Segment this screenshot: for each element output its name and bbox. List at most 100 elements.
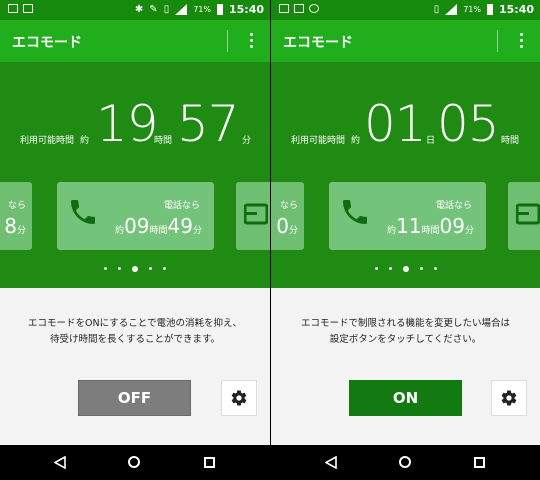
hours-value: 05 [437,95,500,153]
app-bar: エコモード [271,20,540,62]
status-icons: ▯ 71% 15:40 [434,3,534,16]
notification-icons [279,4,319,13]
page-dot[interactable] [104,267,107,270]
card-phone[interactable]: 電話なら 約 09 時間 49 分 [57,182,214,250]
recents-icon[interactable] [474,457,485,468]
status-icons: ✱ ✎ ▯ 71% 15:40 [135,3,264,16]
page-indicator [0,266,270,272]
home-icon[interactable] [128,456,140,468]
page-dot-active[interactable] [402,266,409,272]
description: エコモードで制限される機能を変更したい場合は 設定ボタンをタッチしてください。 [271,316,540,348]
gear-icon [501,390,517,406]
minutes-unit: 分 [242,136,252,146]
card-value: 約 09 時間 49 分 [115,214,202,238]
description-line: 設定ボタンをタッチしてください。 [329,334,482,345]
clock: 15:40 [228,3,264,16]
approx-label: 約 [80,136,90,146]
mail-icon [8,4,18,13]
app-title: エコモード [12,35,82,51]
card-label: なら [279,201,298,211]
overflow-menu-icon[interactable] [520,33,524,48]
battery-icon [216,4,223,15]
card-value: 約 11 時間 09 分 [387,214,474,238]
gear-icon [231,390,247,406]
eco-toggle-button[interactable]: OFF [78,380,191,416]
vibrate-icon: ▯ [433,4,440,15]
phone-icon [71,200,95,224]
remain-label: 利用可能時間 [291,136,346,146]
remaining-time-panel: 利用可能時間 約 19 時間 57 分 なら 8 分 電話なら 約 09 時間 … [0,62,270,288]
recents-icon[interactable] [204,457,215,468]
page-dot-active[interactable] [132,266,138,272]
page-dot[interactable] [388,267,392,270]
description-line: エコモードをONにすることで電池の消耗を抑え、 [28,318,242,329]
navigation-bar [271,445,540,480]
remaining-time-panel: 利用可能時間 約 01 日 05 時間 なら 0 分 電話なら 約 11 時間 … [271,62,540,288]
battery-percent: 71% [193,5,211,14]
overflow-menu-icon[interactable] [250,33,254,48]
description-line: 待受け時間を長くすることができます。 [49,334,221,345]
screen-eco-on: ▯ 71% 15:40 エコモード 利用可能時間 約 01 日 05 時間 なら… [271,0,540,480]
app-bar-separator [227,30,228,52]
app-title: エコモード [283,35,353,51]
eco-toggle-button[interactable]: ON [349,380,462,416]
vibrate-icon: ▯ [163,4,170,15]
days-value: 01 [364,95,427,153]
card-previous[interactable]: なら 8 分 [0,182,32,250]
bluetooth-icon: ✱ [134,4,144,15]
phone-icon [343,200,367,224]
settings-button[interactable] [221,380,257,416]
silent-icon: ✎ [149,4,158,15]
description-line: エコモードで制限される機能を変更したい場合は [300,318,510,329]
hours-unit: 時間 [501,136,520,146]
signal-icon [445,4,458,15]
minutes-value: 57 [177,95,240,153]
approx-label: 約 [351,136,361,146]
card-next[interactable] [508,182,540,250]
battery-icon [486,4,493,15]
back-icon[interactable] [54,456,66,469]
page-dot[interactable] [419,267,423,270]
navigation-bar [0,445,270,480]
remain-label: 利用可能時間 [20,136,75,146]
card-label: 電話なら [435,201,472,211]
card-value: 8 分 [4,214,26,238]
page-dot[interactable] [149,267,152,270]
mail-card-icon [516,203,540,225]
card-label: 電話なら [163,201,200,211]
status-bar: ▯ 71% 15:40 [271,0,540,20]
page-dot[interactable] [163,267,166,270]
status-bar: ✱ ✎ ▯ 71% 15:40 [0,0,270,20]
screen-eco-off: ✱ ✎ ▯ 71% 15:40 エコモード 利用可能時間 約 19 時間 57 … [0,0,270,480]
page-indicator [271,266,540,272]
battery-percent: 71% [463,5,481,14]
signal-icon [175,4,188,15]
hours-value: 19 [96,95,159,153]
back-icon[interactable] [325,456,337,469]
page-dot[interactable] [118,267,121,270]
description: エコモードをONにすることで電池の消耗を抑え、 待受け時間を長くすることができま… [0,316,270,348]
mail-icon [279,4,289,13]
home-icon[interactable] [399,456,411,468]
hours-unit: 時間 [154,136,173,146]
sync-icon [309,4,319,13]
settings-button[interactable] [491,380,527,416]
mail-card-icon [244,203,268,225]
clock: 15:40 [498,3,534,16]
control-panel: エコモードで制限される機能を変更したい場合は 設定ボタンをタッチしてください。 … [271,288,540,445]
days-unit: 日 [426,136,436,146]
control-panel: エコモードをONにすることで電池の消耗を抑え、 待受け時間を長くすることができま… [0,288,270,445]
image-icon [23,4,33,13]
page-dot[interactable] [433,267,437,270]
card-label: なら [7,201,26,211]
card-next[interactable] [236,182,270,250]
image-icon [294,4,304,13]
card-previous[interactable]: なら 0 分 [271,182,304,250]
card-phone[interactable]: 電話なら 約 11 時間 09 分 [329,182,486,250]
screen-divider [270,0,271,480]
notification-icons [8,4,33,13]
app-bar-separator [497,30,498,52]
card-value: 0 分 [276,214,298,238]
page-dot[interactable] [374,267,378,270]
app-bar: エコモード [0,20,270,62]
